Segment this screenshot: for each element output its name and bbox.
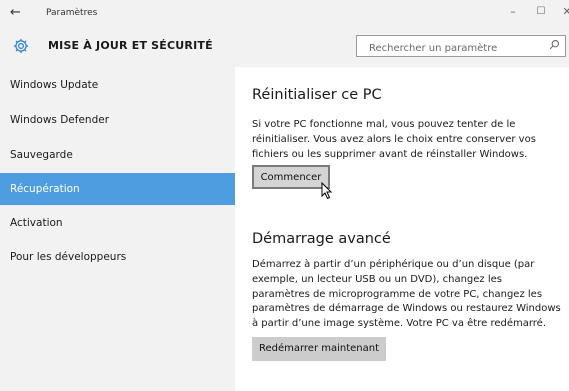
maximize-button[interactable]: ☐ <box>532 5 550 19</box>
search-icon[interactable] <box>547 38 561 52</box>
reset-description: Si votre PC fonctionne mal, vous pouvez … <box>252 119 536 160</box>
sidebar-item-label: Récupération <box>10 183 80 195</box>
restart-now-button[interactable]: Redémarrer maintenant <box>252 337 386 361</box>
sidebar-item-recuperation[interactable]: Récupération <box>0 173 235 205</box>
minimize-button[interactable]: – <box>504 5 522 19</box>
sidebar-item-label: Windows Update <box>10 79 99 91</box>
close-button[interactable]: ✕ <box>558 5 569 19</box>
sidebar-item-developpeurs[interactable]: Pour les développeurs <box>0 242 235 272</box>
search-input[interactable] <box>357 38 549 59</box>
sidebar-item-label: Windows Defender <box>10 114 110 126</box>
search-box[interactable] <box>356 35 566 59</box>
sidebar-item-label: Pour les développeurs <box>10 251 127 263</box>
advanced-startup-description: Démarrez à partir d’un périphérique ou d… <box>252 259 561 330</box>
advanced-startup-heading: Démarrage avancé <box>252 231 391 247</box>
sidebar-item-label: Sauvegarde <box>10 149 73 161</box>
sidebar-item-windows-update[interactable]: Windows Update <box>0 70 235 100</box>
section-title: MISE À JOUR ET SÉCURITÉ <box>48 39 213 52</box>
sidebar-item-windows-defender[interactable]: Windows Defender <box>0 105 235 135</box>
sidebar-item-activation[interactable]: Activation <box>0 208 235 238</box>
sidebar: Windows Update Windows Defender Sauvegar… <box>0 67 235 391</box>
mouse-pointer-icon <box>321 182 333 200</box>
title-bar: ← Paramètres – ☐ ✕ <box>0 0 569 27</box>
app-title: Paramètres <box>46 8 98 18</box>
back-arrow-icon[interactable]: ← <box>10 4 21 22</box>
gear-icon <box>13 38 29 54</box>
sidebar-item-sauvegarde[interactable]: Sauvegarde <box>0 140 235 170</box>
settings-window: ← Paramètres – ☐ ✕ MISE À JOUR ET SÉCURI… <box>0 0 569 391</box>
reset-heading: Réinitialiser ce PC <box>252 87 382 103</box>
page-header: MISE À JOUR ET SÉCURITÉ <box>0 27 569 67</box>
start-button[interactable]: Commencer <box>252 165 330 189</box>
main-content: Réinitialiser ce PC Si votre PC fonction… <box>235 67 569 391</box>
sidebar-item-label: Activation <box>10 217 63 229</box>
